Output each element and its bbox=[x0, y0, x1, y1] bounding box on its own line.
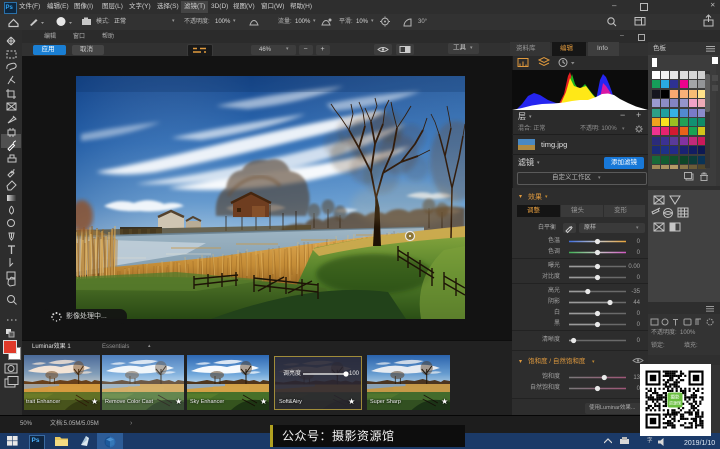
svg-text:摄影: 摄影 bbox=[670, 394, 680, 401]
svg-text:资源馆: 资源馆 bbox=[669, 400, 681, 406]
